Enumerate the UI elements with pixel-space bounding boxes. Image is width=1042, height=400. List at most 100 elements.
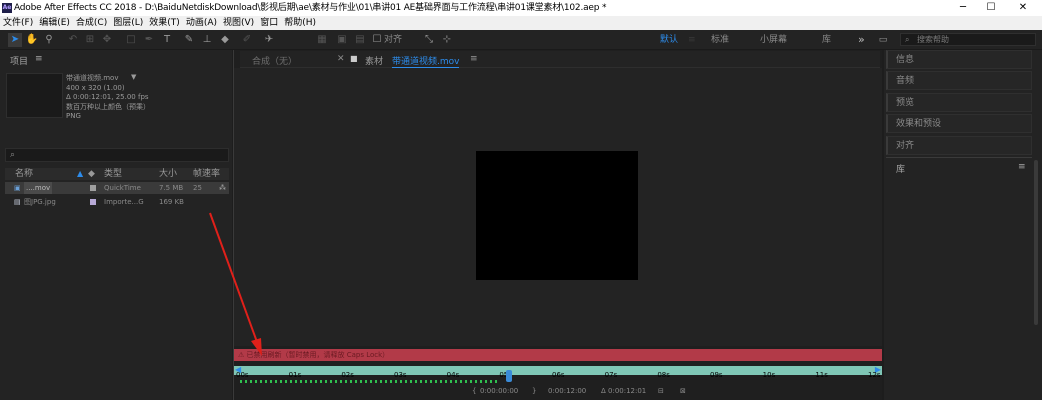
footage-file-icon: ▣ (14, 184, 21, 192)
more-workspaces-icon[interactable]: » (858, 33, 865, 47)
current-time-display[interactable]: 0:00:00:00 (480, 387, 518, 395)
library-title[interactable]: 库 (896, 162, 905, 175)
after-effects-app-icon: Ae (2, 3, 12, 13)
footage-duration: Δ 0:00:12:01, 25.00 fps (66, 93, 149, 101)
search-help-input[interactable]: ⌕ 搜索帮助 (900, 33, 1036, 46)
overlay-edit-icon[interactable]: ⊠ (680, 387, 686, 395)
ruler-tick-label: 09s (710, 371, 723, 379)
out-point-time[interactable]: 0:00:12:00 (548, 387, 586, 395)
hand-tool-icon[interactable]: ✋ (25, 33, 39, 47)
clone-stamp-tool-icon[interactable]: ⊥ (200, 33, 214, 47)
tab-close-icon[interactable]: ✕ (337, 54, 345, 64)
ruler-tick-label: 03s (394, 371, 407, 379)
project-item-row[interactable]: ▤ 图JPG.jpg Importe...G 169 KB (5, 196, 229, 208)
selection-tool-icon[interactable]: ➤ (8, 33, 22, 47)
label-color-swatch[interactable] (90, 185, 96, 191)
column-size[interactable]: 大小 (159, 168, 177, 180)
label-color-swatch[interactable] (90, 199, 96, 205)
panel-info[interactable]: 信息 (886, 50, 1032, 69)
brush-tool-icon[interactable]: ✎ (182, 33, 196, 47)
world-axis-icon[interactable]: ▣ (335, 33, 349, 47)
image-file-icon: ▤ (14, 198, 21, 206)
snap-grid-icon[interactable]: ⊹ (440, 33, 454, 47)
close-button[interactable]: ✕ (1008, 0, 1038, 16)
footage-frame (476, 151, 638, 280)
menu-layer[interactable]: 图层(L) (110, 16, 146, 30)
rectangle-tool-icon[interactable]: □ (124, 33, 138, 47)
flowchart-icon[interactable]: ⁂ (219, 182, 226, 194)
snapping-checkbox[interactable]: ☐ (370, 33, 384, 47)
panel-align[interactable]: 对齐 (886, 136, 1032, 155)
workspace-menu-icon[interactable]: ≡ (688, 33, 696, 47)
project-item-row[interactable]: ▣ ....mov QuickTime 7.5 MB 25 ⁂ (5, 182, 229, 194)
menu-effect[interactable]: 效果(T) (146, 16, 183, 30)
label-tag-icon[interactable]: ◆ (88, 168, 95, 180)
rotate-tool-icon[interactable]: ↶ (66, 33, 80, 47)
column-type[interactable]: 类型 (104, 168, 122, 180)
window-titlebar: Ae Adobe After Effects CC 2018 - D:\Baid… (0, 0, 1042, 16)
item-name: ....mov (24, 182, 53, 194)
pen-tool-icon[interactable]: ✒ (142, 33, 156, 47)
zoom-tool-icon[interactable]: ⚲ (42, 33, 56, 47)
viewer-tab-menu-icon[interactable]: ≡ (470, 54, 478, 64)
maximize-button[interactable]: ☐ (976, 0, 1006, 16)
in-point-marker-icon[interactable]: { (472, 387, 476, 395)
menu-file[interactable]: 文件(F) (0, 16, 36, 30)
footage-usage-dropdown-icon[interactable]: ▼ (131, 73, 136, 81)
puppet-pin-tool-icon[interactable]: ✈ (262, 33, 276, 47)
menu-animation[interactable]: 动画(A) (183, 16, 220, 30)
end-bracket-icon[interactable]: } (532, 387, 536, 395)
panel-audio[interactable]: 音频 (886, 71, 1032, 90)
workspace-libraries[interactable]: 库 (822, 33, 831, 47)
footage-tab-lock-icon[interactable]: ■ (350, 54, 358, 63)
ripple-insert-edit-icon[interactable]: ⊟ (658, 387, 664, 395)
workspace-standard[interactable]: 标准 (711, 33, 729, 47)
item-size: 7.5 MB (159, 184, 184, 192)
refresh-disabled-warning: ⚠ 已禁用刷新（暂时禁用，请释放 Caps Lock） (234, 349, 882, 361)
minimize-button[interactable]: ─ (948, 0, 978, 16)
ruler-tick-label: 07s (604, 371, 618, 379)
pan-behind-tool-icon[interactable]: ✥ (100, 33, 114, 47)
search-icon: ⌕ (10, 150, 16, 160)
sort-ascending-icon[interactable]: ▲ (77, 168, 83, 180)
tab-footage-prefix[interactable]: 素材 (365, 54, 383, 67)
menu-help[interactable]: 帮助(H) (281, 16, 319, 30)
eraser-tool-icon[interactable]: ◆ (218, 33, 232, 47)
panel-effects-presets[interactable]: 效果和预设 (886, 114, 1032, 133)
cached-frames-indicator (240, 380, 500, 383)
local-axis-icon[interactable]: ▦ (315, 33, 329, 47)
camera-tool-icon[interactable]: ⊞ (83, 33, 97, 47)
tools-panel: ➤ ✋ ⚲ ↶ ⊞ ✥ □ ✒ T ✎ ⊥ ◆ ✐ ✈ ▦ ▣ ▤ ☐ 对齐 ⤡… (0, 30, 1042, 50)
tab-composition[interactable]: 合成（无） (252, 54, 297, 67)
project-panel-title[interactable]: 项目 (10, 54, 28, 67)
view-axis-icon[interactable]: ▤ (353, 33, 367, 47)
workspace-small-screen[interactable]: 小屏幕 (760, 33, 787, 47)
panel-preview[interactable]: 预览 (886, 93, 1032, 112)
ruler-tick-label: 00s (236, 371, 249, 379)
window-title: Adobe After Effects CC 2018 - D:\BaiduNe… (14, 3, 607, 13)
item-size: 169 KB (159, 198, 184, 206)
playhead[interactable] (506, 370, 512, 382)
library-menu-icon[interactable]: ≡ (1018, 162, 1026, 172)
ruler-tick-label: 11s (815, 371, 828, 379)
ruler-tick-label: 06s (552, 371, 565, 379)
snap-feature-icon[interactable]: ⤡ (422, 33, 436, 47)
ruler-tick-label: 08s (657, 371, 670, 379)
search-help-placeholder: 搜索帮助 (917, 35, 949, 44)
footage-name: 带通道视频.mov (66, 74, 119, 82)
project-column-header: 名称 ▲ ◆ 类型 大小 帧速率 (5, 168, 229, 180)
workspace-toggle-icon[interactable]: ▭ (876, 33, 890, 47)
menu-view[interactable]: 视图(V) (220, 16, 257, 30)
column-name[interactable]: 名称 (15, 168, 33, 180)
type-tool-icon[interactable]: T (160, 33, 174, 47)
roto-brush-tool-icon[interactable]: ✐ (240, 33, 254, 47)
menu-composition[interactable]: 合成(C) (73, 16, 110, 30)
workspace-default[interactable]: 默认 (660, 33, 678, 47)
menu-window[interactable]: 窗口 (257, 16, 281, 30)
column-frame-rate[interactable]: 帧速率 (193, 168, 220, 180)
library-scrollbar[interactable] (1034, 160, 1038, 325)
tab-footage-name[interactable]: 带通道视频.mov (392, 54, 460, 68)
project-panel-menu-icon[interactable]: ≡ (35, 54, 43, 64)
project-search-input[interactable]: ⌕ (5, 148, 229, 162)
menu-edit[interactable]: 编辑(E) (36, 16, 73, 30)
